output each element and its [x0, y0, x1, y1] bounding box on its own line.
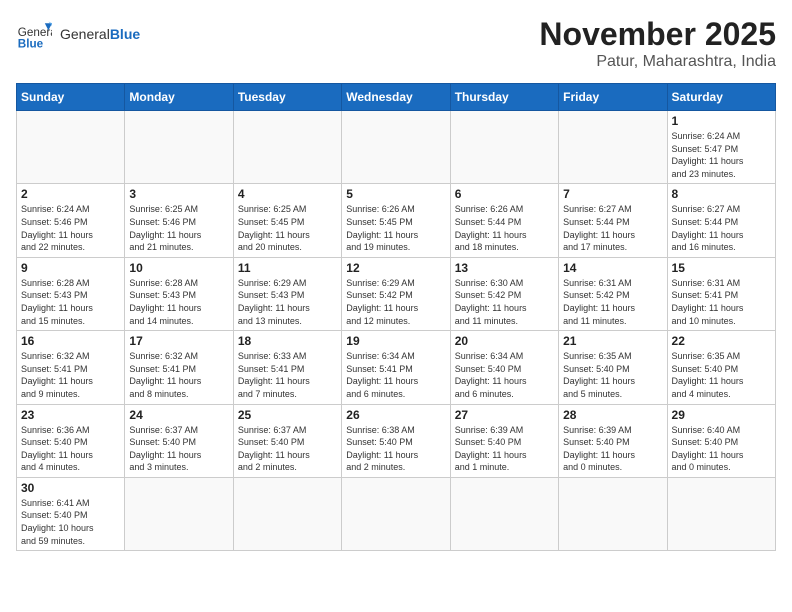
calendar-day-16: 16 Sunrise: 6:32 AMSunset: 5:41 PMDaylig…	[17, 331, 125, 404]
calendar-day-3: 3 Sunrise: 6:25 AMSunset: 5:46 PMDayligh…	[125, 184, 233, 257]
calendar-day-20: 20 Sunrise: 6:34 AMSunset: 5:40 PMDaylig…	[450, 331, 558, 404]
calendar-row: 9 Sunrise: 6:28 AMSunset: 5:43 PMDayligh…	[17, 257, 776, 330]
weekday-header-row: Sunday Monday Tuesday Wednesday Thursday…	[17, 84, 776, 111]
calendar-empty-cell	[450, 477, 558, 550]
calendar-day-15: 15 Sunrise: 6:31 AMSunset: 5:41 PMDaylig…	[667, 257, 775, 330]
header-saturday: Saturday	[667, 84, 775, 111]
calendar-row: 16 Sunrise: 6:32 AMSunset: 5:41 PMDaylig…	[17, 331, 776, 404]
logo-icon: General Blue	[16, 16, 52, 52]
calendar-day-10: 10 Sunrise: 6:28 AMSunset: 5:43 PMDaylig…	[125, 257, 233, 330]
calendar-day-28: 28 Sunrise: 6:39 AMSunset: 5:40 PMDaylig…	[559, 404, 667, 477]
calendar-table: Sunday Monday Tuesday Wednesday Thursday…	[16, 83, 776, 551]
calendar-empty-cell	[17, 111, 125, 184]
calendar-day-30: 30 Sunrise: 6:41 AMSunset: 5:40 PMDaylig…	[17, 477, 125, 550]
calendar-day-1: 1 Sunrise: 6:24 AMSunset: 5:47 PMDayligh…	[667, 111, 775, 184]
calendar-empty-cell	[342, 111, 450, 184]
logo: General Blue GeneralBlue	[16, 16, 140, 52]
calendar-day-9: 9 Sunrise: 6:28 AMSunset: 5:43 PMDayligh…	[17, 257, 125, 330]
calendar-empty-cell	[125, 111, 233, 184]
calendar-day-13: 13 Sunrise: 6:30 AMSunset: 5:42 PMDaylig…	[450, 257, 558, 330]
logo-text: GeneralBlue	[60, 26, 140, 42]
calendar-day-5: 5 Sunrise: 6:26 AMSunset: 5:45 PMDayligh…	[342, 184, 450, 257]
header-sunday: Sunday	[17, 84, 125, 111]
calendar-empty-cell	[233, 477, 341, 550]
month-title: November 2025	[539, 16, 776, 53]
calendar-row: 23 Sunrise: 6:36 AMSunset: 5:40 PMDaylig…	[17, 404, 776, 477]
calendar-empty-cell	[559, 477, 667, 550]
header-thursday: Thursday	[450, 84, 558, 111]
calendar-day-14: 14 Sunrise: 6:31 AMSunset: 5:42 PMDaylig…	[559, 257, 667, 330]
header-monday: Monday	[125, 84, 233, 111]
calendar-day-27: 27 Sunrise: 6:39 AMSunset: 5:40 PMDaylig…	[450, 404, 558, 477]
calendar-day-8: 8 Sunrise: 6:27 AMSunset: 5:44 PMDayligh…	[667, 184, 775, 257]
location: Patur, Maharashtra, India	[539, 53, 776, 71]
calendar-empty-cell	[667, 477, 775, 550]
calendar-day-4: 4 Sunrise: 6:25 AMSunset: 5:45 PMDayligh…	[233, 184, 341, 257]
page-header: General Blue GeneralBlue November 2025 P…	[16, 16, 776, 71]
calendar-empty-cell	[233, 111, 341, 184]
calendar-day-7: 7 Sunrise: 6:27 AMSunset: 5:44 PMDayligh…	[559, 184, 667, 257]
calendar-day-23: 23 Sunrise: 6:36 AMSunset: 5:40 PMDaylig…	[17, 404, 125, 477]
calendar-day-26: 26 Sunrise: 6:38 AMSunset: 5:40 PMDaylig…	[342, 404, 450, 477]
calendar-day-2: 2 Sunrise: 6:24 AMSunset: 5:46 PMDayligh…	[17, 184, 125, 257]
calendar-row: 30 Sunrise: 6:41 AMSunset: 5:40 PMDaylig…	[17, 477, 776, 550]
calendar-day-19: 19 Sunrise: 6:34 AMSunset: 5:41 PMDaylig…	[342, 331, 450, 404]
calendar-day-11: 11 Sunrise: 6:29 AMSunset: 5:43 PMDaylig…	[233, 257, 341, 330]
calendar-day-21: 21 Sunrise: 6:35 AMSunset: 5:40 PMDaylig…	[559, 331, 667, 404]
calendar-day-25: 25 Sunrise: 6:37 AMSunset: 5:40 PMDaylig…	[233, 404, 341, 477]
header-wednesday: Wednesday	[342, 84, 450, 111]
calendar-empty-cell	[559, 111, 667, 184]
calendar-day-6: 6 Sunrise: 6:26 AMSunset: 5:44 PMDayligh…	[450, 184, 558, 257]
svg-text:Blue: Blue	[18, 38, 44, 51]
calendar-day-17: 17 Sunrise: 6:32 AMSunset: 5:41 PMDaylig…	[125, 331, 233, 404]
calendar-day-24: 24 Sunrise: 6:37 AMSunset: 5:40 PMDaylig…	[125, 404, 233, 477]
calendar-day-18: 18 Sunrise: 6:33 AMSunset: 5:41 PMDaylig…	[233, 331, 341, 404]
calendar-row: 1 Sunrise: 6:24 AMSunset: 5:47 PMDayligh…	[17, 111, 776, 184]
title-block: November 2025 Patur, Maharashtra, India	[539, 16, 776, 71]
calendar-row: 2 Sunrise: 6:24 AMSunset: 5:46 PMDayligh…	[17, 184, 776, 257]
calendar-day-22: 22 Sunrise: 6:35 AMSunset: 5:40 PMDaylig…	[667, 331, 775, 404]
header-tuesday: Tuesday	[233, 84, 341, 111]
calendar-empty-cell	[125, 477, 233, 550]
calendar-empty-cell	[342, 477, 450, 550]
calendar-day-12: 12 Sunrise: 6:29 AMSunset: 5:42 PMDaylig…	[342, 257, 450, 330]
header-friday: Friday	[559, 84, 667, 111]
calendar-day-29: 29 Sunrise: 6:40 AMSunset: 5:40 PMDaylig…	[667, 404, 775, 477]
calendar-empty-cell	[450, 111, 558, 184]
